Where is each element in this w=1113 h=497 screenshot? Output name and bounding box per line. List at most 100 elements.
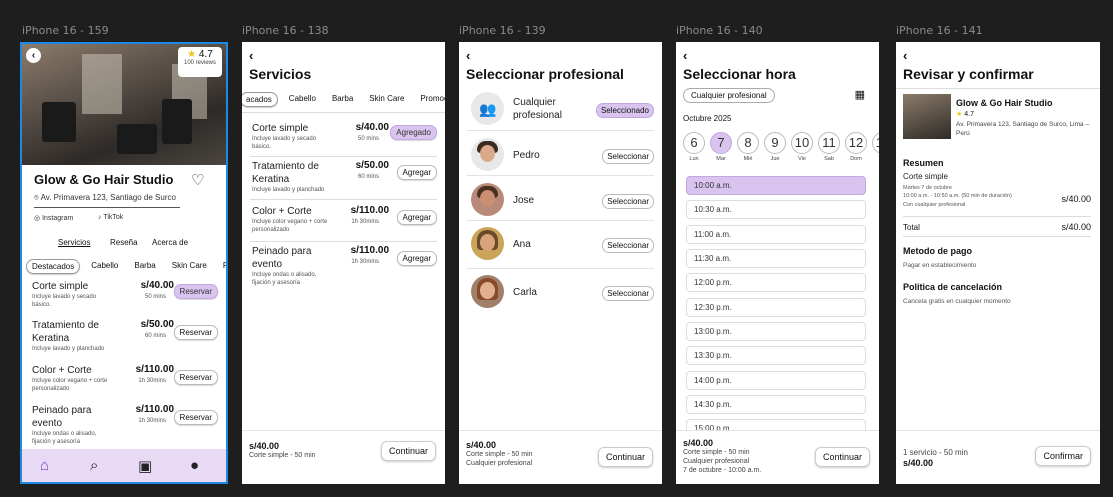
service-item: Peinado para evento Incluye ondas o alis… (252, 245, 437, 287)
chip-skincare[interactable]: Skin Care (364, 92, 409, 107)
tab-resena[interactable]: Reseña (110, 238, 138, 247)
time-slot[interactable]: 12:00 p.m. (686, 273, 866, 292)
service-desc: Incluye lavado y secado básico. (32, 294, 97, 308)
search-icon[interactable]: ⌕ (90, 457, 98, 474)
professional-item[interactable]: Pedro Seleccionar (469, 136, 654, 176)
favorite-heart-icon[interactable]: ♡ (191, 171, 204, 189)
chip-promociones[interactable]: Promociones (218, 259, 226, 274)
confirm-button[interactable]: Confirmar (1035, 446, 1091, 466)
footer-price: s/40.00 (249, 441, 280, 451)
chip-cabello[interactable]: Cabello (86, 259, 123, 274)
time-slot[interactable]: 12:30 p.m. (686, 298, 866, 317)
service-price: s/110.00 (350, 205, 389, 216)
time-slot[interactable]: 13:00 p.m. (686, 322, 866, 341)
calendar-add-icon[interactable]: ▦ (855, 88, 865, 101)
category-chips: acados Cabello Barba Skin Care Promocion (242, 92, 445, 107)
service-name: Peinado para evento (32, 405, 92, 429)
select-time-screen: ‹ Seleccionar hora Cualquier profesional… (676, 42, 879, 484)
agregar-button[interactable]: Agregar (396, 251, 437, 266)
instagram-label: Instagram (42, 215, 74, 222)
reservar-button[interactable]: Reservar (173, 325, 218, 340)
day-number: 13 (872, 132, 879, 154)
agregado-button[interactable]: Agregado (390, 125, 437, 140)
chip-promociones[interactable]: Promocion (415, 92, 445, 107)
time-slot[interactable]: 11:00 a.m. (686, 225, 866, 244)
tab-servicios[interactable]: Servicios (58, 238, 90, 247)
seleccionar-button[interactable]: Seleccionar (602, 194, 654, 209)
service-item: Corte simple Incluye lavado y secado bás… (32, 280, 218, 309)
avatar (471, 227, 504, 260)
seleccionar-button[interactable]: Seleccionar (602, 286, 654, 301)
back-arrow-icon[interactable]: ‹ (683, 48, 687, 63)
services-screen: ‹ Servicios acados Cabello Barba Skin Ca… (242, 42, 445, 484)
time-slot[interactable]: 11:30 a.m. (686, 249, 866, 268)
day-number: 9 (764, 132, 786, 154)
service-name: Peinado para evento (252, 246, 312, 270)
chip-skincare[interactable]: Skin Care (167, 259, 212, 274)
professional-item[interactable]: Ana Seleccionar (469, 225, 654, 265)
chip-cabello[interactable]: Cabello (284, 92, 321, 107)
tab-acerca[interactable]: Acerca de (152, 238, 188, 247)
review-confirm-screen: ‹ Revisar y confirmar Glow & Go Hair Stu… (896, 42, 1100, 484)
reservar-button[interactable]: Reservar (173, 370, 218, 385)
service-item: Corte simple Incluye lavado y secado bás… (252, 122, 437, 151)
footer-price: s/40.00 (466, 440, 497, 450)
group-icon: 👥 (471, 92, 504, 125)
instagram-link[interactable]: ◎ Instagram (34, 214, 73, 222)
section-heading: Politica de cancelación (903, 282, 1003, 292)
chip-destacados[interactable]: acados (242, 92, 278, 107)
reservar-button[interactable]: Reservar (173, 284, 218, 299)
section-heading: Resumen (903, 158, 944, 168)
day-option[interactable]: 9 Jue (764, 132, 786, 162)
frame-label: iPhone 16 - 141 (896, 24, 983, 37)
home-icon[interactable]: ⌂ (40, 457, 49, 474)
day-option[interactable]: 12 Dom (845, 132, 867, 162)
chip-barba[interactable]: Barba (327, 92, 358, 107)
time-slot[interactable]: 13:30 p.m. (686, 346, 866, 365)
time-slot[interactable]: 14:00 p.m. (686, 371, 866, 390)
seleccionado-button[interactable]: Seleccionado (595, 103, 654, 118)
back-arrow-icon[interactable]: ‹ (903, 48, 907, 63)
professional-item[interactable]: Carla Seleccionar (469, 273, 654, 313)
seleccionar-button[interactable]: Seleccionar (602, 238, 654, 253)
tiktok-link[interactable]: ♪ TikTok (98, 214, 123, 221)
day-option[interactable]: 6 Lun (683, 132, 705, 162)
day-option[interactable]: 13 (872, 132, 879, 156)
day-name: Mié (743, 156, 753, 162)
day-name: Sab (824, 156, 834, 162)
professional-item[interactable]: Jose Seleccionar (469, 181, 654, 221)
time-slot[interactable]: 10:00 a.m. (686, 176, 866, 195)
professional-item[interactable]: 👥 Cualquier profesional Seleccionado (469, 90, 654, 130)
summary-footer: 1 servicio - 50 min s/40.00 Confirmar (896, 430, 1100, 484)
day-option[interactable]: 7 Mar (710, 132, 732, 162)
summary-footer: s/40.00 Corte simple - 50 min Cualquier … (459, 430, 662, 484)
back-arrow-icon[interactable]: ‹ (249, 48, 253, 63)
day-option[interactable]: 11 Sab (818, 132, 840, 162)
chip-barba[interactable]: Barba (129, 259, 160, 274)
day-option[interactable]: 10 Vie (791, 132, 813, 162)
service-item: Tratamiento de Keratina Incluye lavado y… (32, 319, 218, 353)
rating-value: 4.7 (964, 111, 974, 118)
day-option[interactable]: 8 Mié (737, 132, 759, 162)
chip-destacados[interactable]: Destacados (26, 259, 81, 274)
footer-summary: 1 servicio - 50 min (903, 448, 968, 457)
professional-filter-chip[interactable]: Cualquier profesional (683, 88, 775, 103)
continue-button[interactable]: Continuar (380, 441, 436, 461)
continue-button[interactable]: Continuar (597, 447, 653, 467)
reservar-button[interactable]: Reservar (173, 410, 218, 425)
business-address: Av. Primavera 123, Santiago de Surco, Li… (956, 121, 1090, 137)
continue-button[interactable]: Continuar (814, 447, 870, 467)
footer-price: s/40.00 (903, 458, 934, 468)
service-item: Peinado para evento Incluye ondas o alis… (32, 404, 218, 446)
time-slot[interactable]: 14:30 p.m. (686, 395, 866, 414)
footer-service: Corte simple - 50 min (466, 451, 533, 458)
back-arrow-icon[interactable]: ‹ (26, 48, 41, 63)
service-desc: Incluye color vegano + corte personaliza… (32, 378, 108, 392)
time-slot[interactable]: 10:30 a.m. (686, 200, 866, 219)
calendar-check-icon[interactable]: ▣ (138, 457, 152, 475)
seleccionar-button[interactable]: Seleccionar (602, 149, 654, 164)
profile-icon[interactable]: ● (190, 457, 199, 474)
back-arrow-icon[interactable]: ‹ (466, 48, 470, 63)
agregar-button[interactable]: Agregar (396, 165, 437, 180)
agregar-button[interactable]: Agregar (396, 210, 437, 225)
